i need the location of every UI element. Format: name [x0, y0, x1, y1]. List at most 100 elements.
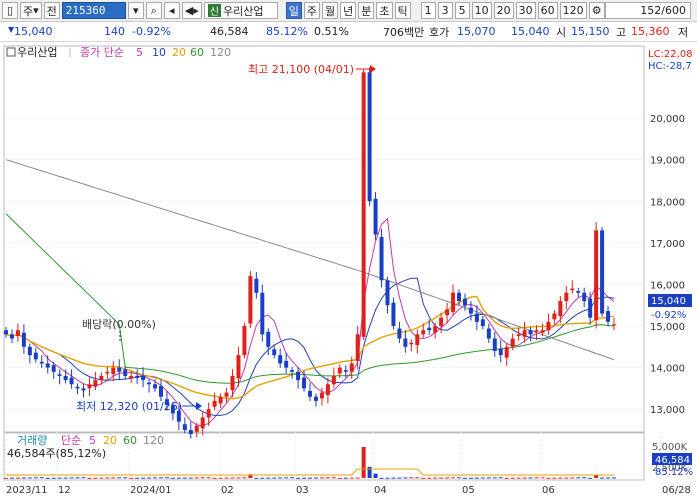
candle-body [313, 396, 318, 401]
settings-icon[interactable]: ⚙ [588, 2, 605, 19]
prefix-button[interactable]: 전 [43, 2, 60, 19]
candle-body [182, 424, 187, 430]
volume-bar [379, 477, 384, 479]
search-icon[interactable]: ⌕ [145, 2, 162, 19]
candle-body [45, 363, 50, 368]
x-tick-label: 2024/01 [130, 485, 172, 496]
candle-body [260, 292, 265, 335]
candle-body [612, 324, 616, 326]
volume-bar [552, 477, 557, 479]
volume-bar [606, 477, 611, 479]
data-count-field[interactable]: 152/600 [605, 2, 691, 19]
candle-body [135, 375, 140, 379]
candle-body [302, 377, 307, 389]
volume-bar [27, 477, 32, 479]
period-daily[interactable]: 일 [285, 2, 302, 19]
period-minute[interactable]: 분 [358, 2, 375, 19]
candle-body [15, 330, 20, 337]
candle-body [409, 342, 414, 345]
candle-body [218, 396, 223, 404]
candle-body [147, 382, 152, 385]
interval-60[interactable]: 60 [537, 2, 558, 19]
candle-body [194, 425, 199, 432]
volume-bar [153, 477, 158, 479]
candle-body [439, 317, 444, 327]
volume-bar [355, 477, 360, 479]
chart-type-icon[interactable]: ▯ [2, 2, 18, 19]
candle-body [141, 375, 146, 381]
legend-ma60: 60 [190, 46, 204, 59]
candle-body [445, 309, 450, 316]
candle-body [451, 292, 456, 312]
volume-bar [254, 477, 259, 479]
legend-ma-label: 종가 단순 [80, 46, 124, 59]
last-price-value: 15,040 [651, 296, 686, 307]
period-yearly[interactable]: 년 [340, 2, 357, 19]
last-volume-value: 46,584 [655, 455, 690, 466]
volume-bar [522, 477, 527, 479]
candle-body [516, 334, 521, 337]
volume-bar [582, 477, 587, 479]
period-second[interactable]: 초 [376, 2, 393, 19]
price-panel [3, 45, 645, 433]
chart-toolbar: ▯ 주 ▾ 전 215360 ▾ ⌕ ◂ ◀▸ 신 우리산업 일 주 월 년 분 … [0, 0, 697, 22]
candle-body [158, 385, 163, 397]
period-weekly[interactable]: 주 [303, 2, 321, 19]
stock-name: 우리산업 [222, 4, 264, 18]
price-chart[interactable]: 13,000 14,000 15,000 16,000 17,000 18,000 19,0… [0, 42, 697, 497]
candle-body [272, 349, 277, 356]
prev-stock-icon[interactable]: ◂ [163, 2, 180, 19]
sound-icon[interactable]: ◀▸ [181, 2, 202, 19]
volume-bar [176, 477, 181, 479]
market-select[interactable]: 주 ▾ [20, 2, 42, 19]
candle-body [594, 230, 599, 321]
candle-body [230, 375, 235, 391]
candle-body [296, 371, 301, 381]
candle-body [480, 319, 485, 327]
candle-body [153, 384, 158, 389]
x-tick-label: 04 [374, 485, 387, 496]
candle-body [87, 384, 92, 388]
interval-30[interactable]: 30 [515, 2, 536, 19]
high-price: 15,360 [631, 25, 670, 38]
period-monthly[interactable]: 월 [322, 2, 339, 19]
candle-body [9, 334, 14, 339]
interval-120[interactable]: 120 [559, 2, 587, 19]
candle-body [457, 292, 462, 302]
interval-10[interactable]: 10 [471, 2, 492, 19]
volume-bar [158, 477, 163, 479]
volume-bar [81, 477, 86, 479]
volume-bar [480, 477, 485, 479]
candle-body [421, 330, 426, 335]
stock-code-input[interactable]: 215360 [61, 2, 126, 19]
code-dropdown-icon[interactable]: ▾ [127, 2, 144, 19]
volume-bar [474, 477, 479, 479]
y-tick-label: 15,000 [650, 322, 685, 333]
vol-tick-5000k: 5,000K [652, 442, 688, 453]
volume-bar [468, 477, 473, 479]
interval-1[interactable]: 1 [420, 2, 436, 19]
price-legend: 우리산업 종가 단순 5 10 20 60 120 [6, 46, 231, 59]
candle-body [474, 313, 479, 322]
stock-name-field[interactable]: 신 우리산업 [203, 2, 278, 19]
volume-bar [182, 477, 187, 479]
volume-bar [147, 477, 152, 479]
legend-ma120: 120 [210, 46, 231, 59]
bid-price: 15,040 [511, 25, 550, 38]
candle-body [93, 380, 98, 387]
current-price: 15,040 [14, 25, 53, 38]
interval-3[interactable]: 3 [437, 2, 453, 19]
period-tick[interactable]: 틱 [394, 2, 411, 19]
legend-stock-name: 우리산업 [17, 46, 57, 59]
volume-bar [272, 477, 277, 479]
interval-20[interactable]: 20 [493, 2, 514, 19]
volume-legend-name: 거래량 [17, 434, 47, 447]
volume-bar [242, 477, 247, 479]
volume-ratio: 85.12% [266, 25, 308, 38]
volume-bar [612, 477, 616, 479]
volume-bar [57, 477, 62, 479]
volume-bar [164, 477, 169, 479]
interval-5[interactable]: 5 [454, 2, 470, 19]
volume-bar [504, 477, 509, 479]
volume-bar [433, 477, 438, 479]
